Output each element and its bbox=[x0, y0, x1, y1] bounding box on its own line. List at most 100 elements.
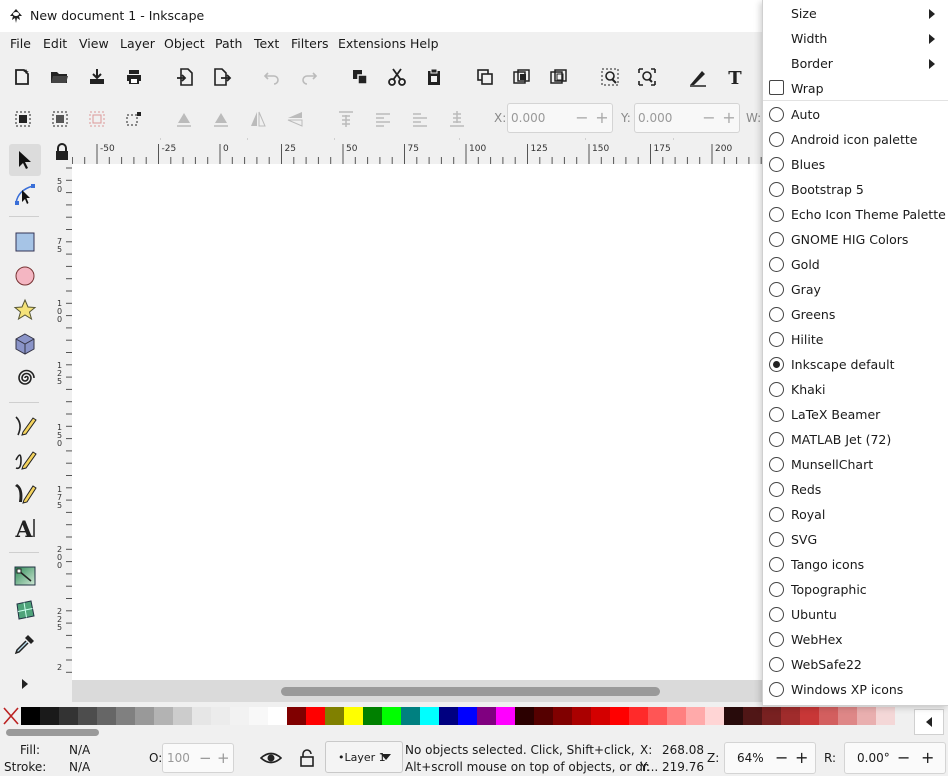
layer-dropdown[interactable]: •Layer 1 bbox=[325, 741, 403, 773]
color-swatch[interactable] bbox=[230, 707, 249, 725]
color-swatch[interactable] bbox=[553, 707, 572, 725]
opacity-increment[interactable]: + bbox=[217, 749, 230, 767]
color-swatch[interactable] bbox=[420, 707, 439, 725]
fill-value[interactable]: N/A bbox=[69, 743, 90, 757]
open-folder-icon[interactable] bbox=[46, 64, 72, 90]
menu-help[interactable]: Help bbox=[410, 36, 439, 51]
color-swatch[interactable] bbox=[401, 707, 420, 725]
select-all-layers-icon[interactable] bbox=[47, 106, 73, 132]
mesh-tool-icon[interactable] bbox=[9, 594, 41, 626]
color-swatch[interactable] bbox=[838, 707, 857, 725]
horizontal-ruler[interactable]: -50 -25 0 25 50 75 100 125 150 175 200 bbox=[71, 140, 762, 164]
star-tool-icon[interactable] bbox=[9, 294, 41, 326]
color-swatch[interactable] bbox=[591, 707, 610, 725]
selector-tool-icon[interactable] bbox=[9, 144, 41, 176]
y-increment-button[interactable]: + bbox=[721, 110, 737, 126]
size-submenu[interactable]: Size bbox=[791, 6, 817, 21]
color-swatch[interactable] bbox=[154, 707, 173, 725]
menu-layer[interactable]: Layer bbox=[120, 36, 155, 51]
palette-option-label[interactable]: LaTeX Beamer bbox=[791, 407, 880, 422]
color-swatch[interactable] bbox=[97, 707, 116, 725]
palette-menu-button[interactable] bbox=[914, 709, 944, 735]
palette-option-label[interactable]: Tango icons bbox=[791, 557, 864, 572]
palette-option-label[interactable]: Hilite bbox=[791, 332, 823, 347]
dropper-tool-icon[interactable] bbox=[9, 628, 41, 660]
color-swatch[interactable] bbox=[686, 707, 705, 725]
color-swatch[interactable] bbox=[648, 707, 667, 725]
menu-view[interactable]: View bbox=[79, 36, 109, 51]
cut-icon[interactable] bbox=[384, 64, 410, 90]
color-swatch[interactable] bbox=[439, 707, 458, 725]
color-swatch[interactable] bbox=[249, 707, 268, 725]
palette-radio[interactable] bbox=[769, 657, 784, 672]
more-tools-arrow-icon[interactable] bbox=[9, 668, 41, 700]
zoom-in-button[interactable]: + bbox=[795, 748, 808, 767]
width-submenu[interactable]: Width bbox=[791, 31, 827, 46]
color-swatch[interactable] bbox=[268, 707, 287, 725]
deselect-icon[interactable] bbox=[84, 106, 110, 132]
color-swatch[interactable] bbox=[325, 707, 344, 725]
new-document-icon[interactable] bbox=[9, 64, 35, 90]
color-swatch[interactable] bbox=[458, 707, 477, 725]
menu-object[interactable]: Object bbox=[164, 36, 205, 51]
palette-radio[interactable] bbox=[769, 682, 784, 697]
color-swatch[interactable] bbox=[800, 707, 819, 725]
select-all-icon[interactable] bbox=[10, 106, 36, 132]
palette-radio[interactable] bbox=[769, 232, 784, 247]
opacity-spinbox[interactable]: 100 − + bbox=[162, 743, 234, 773]
palette-radio[interactable] bbox=[769, 632, 784, 647]
color-swatch[interactable] bbox=[667, 707, 686, 725]
x-spinbox[interactable]: 0.000 − + bbox=[507, 103, 613, 133]
color-swatch[interactable] bbox=[40, 707, 59, 725]
y-spinbox[interactable]: 0.000 − + bbox=[634, 103, 740, 133]
palette-option-label[interactable]: WebHex bbox=[791, 632, 843, 647]
palette-radio[interactable] bbox=[769, 532, 784, 547]
palette-radio[interactable] bbox=[769, 507, 784, 522]
palette-radio[interactable] bbox=[769, 107, 784, 122]
palette-option-label[interactable]: Royal bbox=[791, 507, 825, 522]
node-tool-icon[interactable] bbox=[9, 178, 41, 210]
eye-visibility-icon[interactable] bbox=[259, 749, 283, 767]
menu-filters[interactable]: Filters bbox=[291, 36, 328, 51]
raise-to-top-icon[interactable] bbox=[333, 106, 359, 132]
color-swatch[interactable] bbox=[173, 707, 192, 725]
wrap-checkbox[interactable] bbox=[769, 80, 784, 95]
rotate-spinbox[interactable]: 0.00° − + bbox=[844, 742, 946, 774]
xml-editor-icon[interactable] bbox=[685, 64, 711, 90]
color-swatch[interactable] bbox=[572, 707, 591, 725]
color-swatch[interactable] bbox=[496, 707, 515, 725]
duplicate-icon[interactable] bbox=[347, 64, 373, 90]
palette-radio[interactable] bbox=[769, 282, 784, 297]
palette-scrollbar-thumb[interactable] bbox=[6, 729, 99, 736]
palette-radio[interactable] bbox=[769, 382, 784, 397]
palette-option-label[interactable]: Bootstrap 5 bbox=[791, 182, 864, 197]
rectangle-tool-icon[interactable] bbox=[9, 226, 41, 258]
palette-radio[interactable] bbox=[769, 432, 784, 447]
rotate-ccw-icon[interactable] bbox=[171, 106, 197, 132]
color-swatch[interactable] bbox=[59, 707, 78, 725]
redo-icon[interactable] bbox=[296, 64, 322, 90]
no-paint-swatch[interactable] bbox=[2, 705, 20, 727]
palette-option-label[interactable]: Gray bbox=[791, 282, 821, 297]
y-decrement-button[interactable]: − bbox=[701, 110, 717, 126]
x-decrement-button[interactable]: − bbox=[574, 110, 590, 126]
opacity-decrement[interactable]: − bbox=[199, 749, 212, 767]
color-swatch[interactable] bbox=[211, 707, 230, 725]
palette-radio[interactable] bbox=[769, 332, 784, 347]
palette-radio[interactable] bbox=[769, 132, 784, 147]
horizontal-scrollbar-thumb[interactable] bbox=[281, 687, 660, 696]
color-swatch[interactable] bbox=[382, 707, 401, 725]
pencil-tool-icon[interactable] bbox=[9, 410, 41, 442]
paste-icon[interactable] bbox=[421, 64, 447, 90]
color-swatch[interactable] bbox=[287, 707, 306, 725]
menu-path[interactable]: Path bbox=[215, 36, 242, 51]
layer-lock-icon[interactable] bbox=[298, 748, 316, 768]
spiral-tool-icon[interactable] bbox=[9, 362, 41, 394]
color-swatch[interactable] bbox=[135, 707, 154, 725]
menu-file[interactable]: File bbox=[10, 36, 31, 51]
vertical-ruler[interactable]: 50 75 100 125 150 175 200 225 2 bbox=[54, 164, 72, 680]
palette-radio[interactable] bbox=[769, 582, 784, 597]
color-swatch[interactable] bbox=[534, 707, 553, 725]
flip-horizontal-icon[interactable] bbox=[245, 106, 271, 132]
color-swatch[interactable] bbox=[705, 707, 724, 725]
